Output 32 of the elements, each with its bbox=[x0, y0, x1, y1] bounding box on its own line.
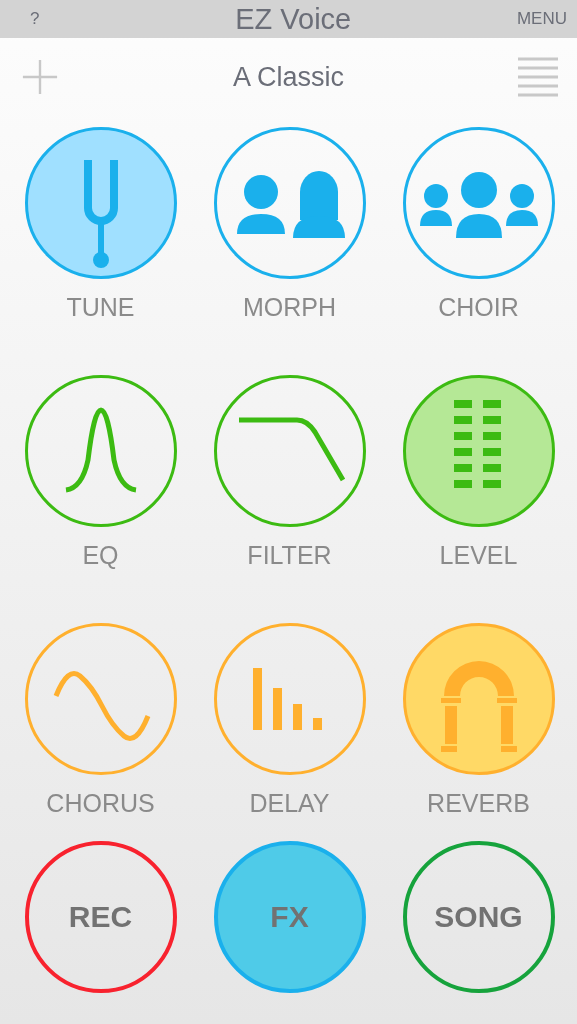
sine-wave-icon bbox=[53, 671, 150, 741]
mode-button[interactable]: FX bbox=[213, 841, 366, 993]
decaying-bars-icon bbox=[252, 668, 322, 730]
mode-button[interactable]: SONG bbox=[402, 841, 555, 993]
effect-label: LEVEL bbox=[439, 541, 518, 571]
group-of-people-icon bbox=[419, 172, 538, 238]
two-people-icon bbox=[236, 171, 345, 238]
effect-label: CHOIR bbox=[438, 293, 519, 323]
effect-button[interactable] bbox=[213, 127, 366, 279]
effect-button[interactable] bbox=[24, 623, 177, 775]
effect-label: MORPH bbox=[242, 293, 337, 323]
arch-icon bbox=[440, 661, 517, 752]
low-pass-curve-icon bbox=[238, 417, 345, 482]
mode-button[interactable]: REC bbox=[24, 841, 177, 993]
effect-button[interactable] bbox=[24, 375, 177, 527]
level-meter-icon bbox=[453, 400, 501, 488]
help-button[interactable]: ? bbox=[30, 9, 40, 29]
app-title: EZ Voice bbox=[235, 2, 352, 36]
effect-button[interactable] bbox=[402, 127, 555, 279]
effect-label: DELAY bbox=[249, 789, 330, 819]
bell-curve-icon bbox=[64, 407, 137, 493]
list-icon[interactable] bbox=[518, 56, 558, 98]
effect-label: REVERB bbox=[427, 789, 530, 819]
effect-label: FILTER bbox=[247, 541, 332, 571]
effect-button[interactable] bbox=[213, 375, 366, 527]
menu-button[interactable]: MENU bbox=[516, 9, 567, 29]
effect-label: EQ bbox=[82, 541, 119, 571]
add-icon[interactable] bbox=[21, 58, 59, 96]
effect-label: CHORUS bbox=[46, 789, 155, 819]
effect-label: TUNE bbox=[66, 293, 135, 323]
effect-button[interactable] bbox=[213, 623, 366, 775]
preset-name: A Classic bbox=[232, 61, 344, 93]
